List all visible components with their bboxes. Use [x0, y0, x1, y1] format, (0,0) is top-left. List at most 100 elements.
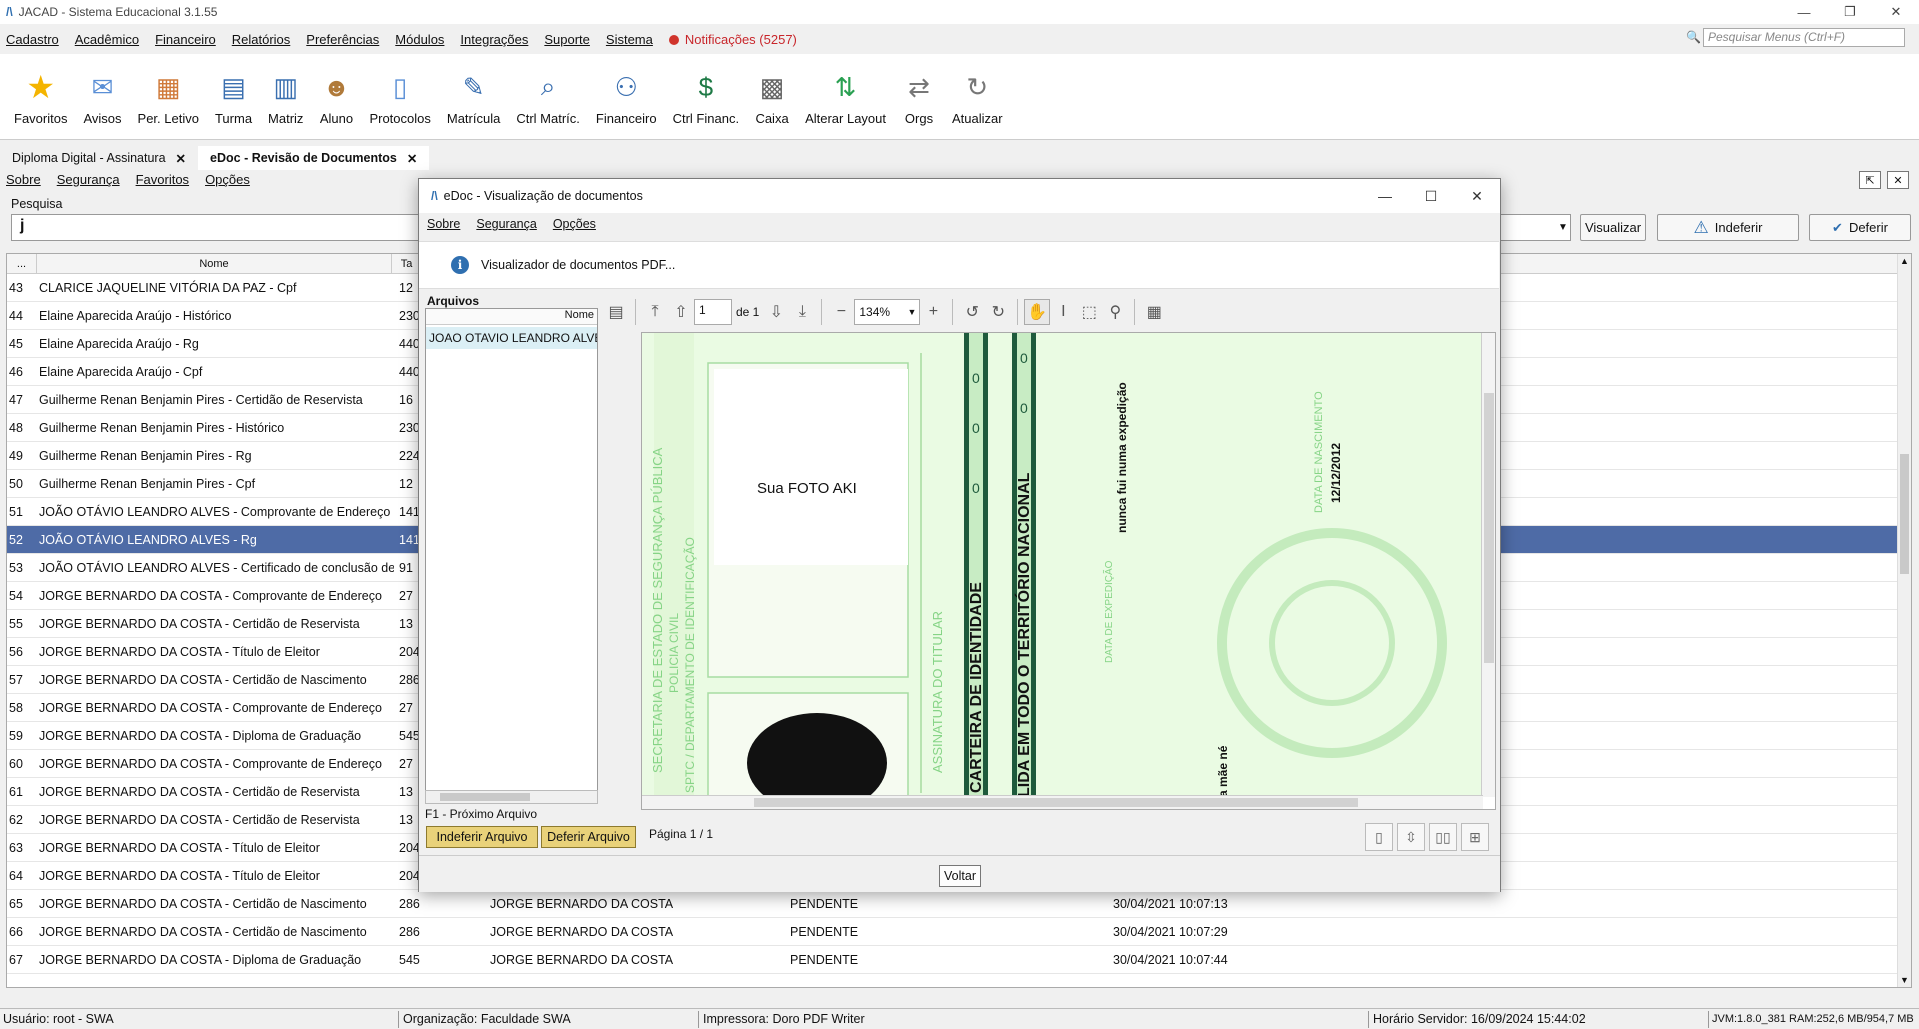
- toolbar-turma[interactable]: ▤ Turma: [207, 54, 260, 140]
- menu-cadastro[interactable]: Cadastro: [6, 32, 59, 47]
- menu-integracoes[interactable]: Integrações: [460, 32, 528, 47]
- menu-modulos[interactable]: Módulos: [395, 32, 444, 47]
- menu-financeiro[interactable]: Financeiro: [155, 32, 216, 47]
- toolbar-favoritos[interactable]: ★ Favoritos: [6, 54, 75, 140]
- continuous-page-icon[interactable]: ⇳: [1397, 823, 1425, 851]
- toolbar-protocolos[interactable]: ▯ Protocolos: [361, 54, 438, 140]
- restore-icon[interactable]: ❐: [1827, 0, 1873, 24]
- chevron-up-icon[interactable]: ▲: [1900, 256, 1909, 266]
- hand-tool-icon[interactable]: ✋: [1024, 299, 1051, 325]
- toolbar-ctrl-matric[interactable]: ⌕ Ctrl Matríc.: [508, 54, 588, 140]
- toolbar-matricula[interactable]: ✎ Matrícula: [439, 54, 508, 140]
- toolbar-per-letivo[interactable]: ▦ Per. Letivo: [130, 54, 207, 140]
- voltar-button[interactable]: Voltar: [939, 865, 981, 887]
- close-icon[interactable]: ✕: [1454, 179, 1500, 213]
- pdf-horizontal-scrollbar[interactable]: [642, 795, 1483, 809]
- minimize-icon[interactable]: —: [1781, 0, 1827, 24]
- zoom-tool-icon[interactable]: ⚲: [1102, 299, 1128, 325]
- submenu-sobre[interactable]: Sobre: [6, 172, 41, 187]
- toolbar-matriz[interactable]: ▥ Matriz: [260, 54, 311, 140]
- toolbar-atualizar[interactable]: ↻ Atualizar: [944, 54, 1011, 140]
- zoom-in-icon[interactable]: +: [920, 299, 946, 325]
- menu-suporte[interactable]: Suporte: [544, 32, 590, 47]
- maximize-icon[interactable]: ☐: [1408, 179, 1454, 213]
- row-number: 55: [9, 617, 23, 631]
- row-nome: JORGE BERNARDO DA COSTA - Certidão de Na…: [39, 925, 367, 939]
- chevron-down-icon[interactable]: ▼: [1554, 214, 1572, 241]
- indeferir-button[interactable]: ⚠ Indeferir: [1657, 214, 1799, 241]
- dialog-menu-seguranca[interactable]: Segurança: [476, 217, 536, 231]
- close-icon[interactable]: ✕: [1887, 171, 1909, 189]
- menu-preferencias[interactable]: Preferências: [306, 32, 379, 47]
- toolbar-alterar-layout[interactable]: ⇅ Alterar Layout: [797, 54, 894, 140]
- tab-edoc-revisao[interactable]: eDoc - Revisão de Documentos ✕: [198, 146, 430, 170]
- row-aluno: JORGE BERNARDO DA COSTA: [490, 925, 674, 939]
- indeferir-arquivo-button[interactable]: Indeferir Arquivo: [426, 826, 538, 848]
- search-label: Pesquisa: [11, 197, 63, 211]
- toolbar-financeiro[interactable]: ⚇ Financeiro: [588, 54, 665, 140]
- scroll-thumb[interactable]: [1900, 454, 1909, 574]
- menu-relatorios[interactable]: Relatórios: [232, 32, 291, 47]
- minimize-icon[interactable]: —: [1362, 179, 1408, 213]
- submenu-opcoes[interactable]: Opções: [205, 172, 250, 187]
- close-icon[interactable]: ✕: [1873, 0, 1919, 24]
- table-row[interactable]: 65 JORGE BERNARDO DA COSTA - Certidão de …: [7, 890, 1897, 918]
- rotate-left-icon[interactable]: ↺: [959, 299, 985, 325]
- rotate-right-icon[interactable]: ↻: [985, 299, 1011, 325]
- close-icon[interactable]: ✕: [407, 151, 417, 166]
- continuous-facing-icon[interactable]: ⊞: [1461, 823, 1489, 851]
- arquivos-scrollbar[interactable]: [425, 790, 598, 804]
- toolbar-divider: [635, 299, 636, 325]
- menu-notificacoes[interactable]: Notificações (5257): [668, 32, 797, 47]
- scroll-thumb[interactable]: [754, 798, 1358, 807]
- search-menus-input[interactable]: Pesquisar Menus (Ctrl+F): [1703, 28, 1905, 47]
- sidebar-toggle-icon[interactable]: ▤: [603, 299, 629, 325]
- text-select-icon[interactable]: I: [1050, 299, 1076, 325]
- table-row[interactable]: 66 JORGE BERNARDO DA COSTA - Certidão de …: [7, 918, 1897, 946]
- toolbar-orgs[interactable]: ⇄ Orgs: [894, 54, 944, 140]
- zoom-select[interactable]: 134% ▼: [854, 299, 921, 325]
- scroll-thumb[interactable]: [440, 793, 530, 801]
- submenu-seguranca[interactable]: Segurança: [57, 172, 120, 187]
- first-page-icon[interactable]: ⤒: [642, 299, 668, 325]
- row-nome: JORGE BERNARDO DA COSTA - Comprovante de…: [39, 701, 382, 715]
- toolbar-label: Protocolos: [369, 111, 431, 126]
- toolbar-aluno[interactable]: ☻ Aluno: [311, 54, 361, 140]
- toolbar-avisos[interactable]: ✉ Avisos: [75, 54, 129, 140]
- table-row[interactable]: 67 JORGE BERNARDO DA COSTA - Diploma de G…: [7, 946, 1897, 974]
- toolbar-caixa[interactable]: ▩ Caixa: [747, 54, 797, 140]
- dialog-menu-opcoes[interactable]: Opções: [553, 217, 596, 231]
- marquee-zoom-icon[interactable]: ⬚: [1076, 299, 1102, 325]
- column-header[interactable]: Nome: [37, 254, 392, 274]
- single-page-icon[interactable]: ▯: [1365, 823, 1393, 851]
- pdf-vertical-scrollbar[interactable]: [1481, 333, 1495, 797]
- scroll-thumb[interactable]: [1484, 393, 1494, 663]
- page-number-input[interactable]: 1: [694, 299, 732, 325]
- deferir-arquivo-button[interactable]: Deferir Arquivo: [541, 826, 636, 848]
- close-icon[interactable]: ✕: [176, 151, 186, 166]
- chevron-down-icon[interactable]: ▼: [1900, 975, 1909, 985]
- deferir-button[interactable]: ✔ Deferir: [1809, 214, 1911, 241]
- visualizar-button[interactable]: Visualizar: [1580, 214, 1646, 241]
- next-page-icon[interactable]: ⇩: [763, 299, 789, 325]
- menu-sistema[interactable]: Sistema: [606, 32, 653, 47]
- document-properties-icon[interactable]: ▦: [1141, 299, 1167, 325]
- chevron-down-icon[interactable]: ▼: [907, 307, 916, 317]
- facing-pages-icon[interactable]: ▯▯: [1429, 823, 1457, 851]
- last-page-icon[interactable]: ⤓: [789, 299, 815, 325]
- zoom-out-icon[interactable]: −: [828, 299, 854, 325]
- pdf-viewport[interactable]: SECRETARIA DE ESTADO DE SEGURANÇA PÚBLIC…: [641, 332, 1496, 810]
- dialog-menu-sobre[interactable]: Sobre: [427, 217, 460, 231]
- column-header[interactable]: ...: [7, 254, 37, 274]
- menu-academico[interactable]: Acadêmico: [75, 32, 139, 47]
- row-nome: Elaine Aparecida Araújo - Rg: [39, 337, 199, 351]
- toolbar-ctrl-financ[interactable]: $ Ctrl Financ.: [665, 54, 747, 140]
- previous-page-icon[interactable]: ⇧: [668, 299, 694, 325]
- list-item[interactable]: JOAO OTAVIO LEANDRO ALVES - Rg.pdf: [426, 327, 597, 349]
- column-header[interactable]: Nome: [426, 309, 597, 325]
- submenu-favoritos[interactable]: Favoritos: [136, 172, 189, 187]
- status-usuario: Usuário: root - SWA: [3, 1012, 114, 1026]
- detach-icon[interactable]: ⇱: [1859, 171, 1881, 189]
- table-scrollbar[interactable]: ▲ ▼: [1897, 254, 1911, 987]
- tab-diploma-digital[interactable]: Diploma Digital - Assinatura ✕: [0, 146, 198, 170]
